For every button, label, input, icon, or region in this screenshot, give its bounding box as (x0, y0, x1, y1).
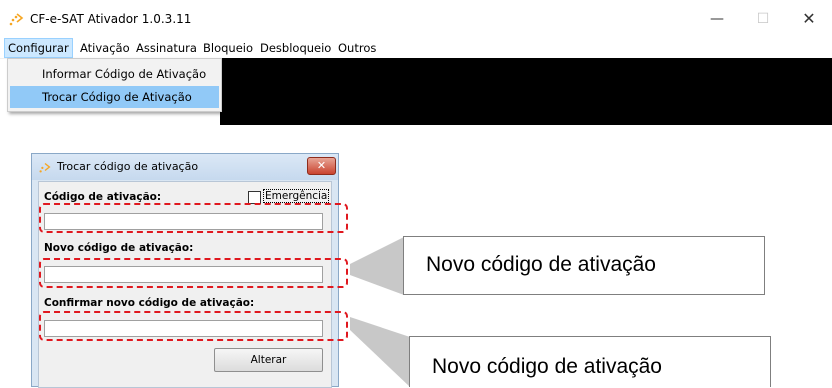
dialog-title: Trocar código de ativação (57, 160, 199, 173)
confirmar-codigo-label: Confirmar novo código de ativação: (44, 297, 255, 309)
callout-novo-codigo: Novo código de ativação (403, 236, 765, 295)
menu-assinatura[interactable]: Assinatura (133, 38, 200, 58)
menu-outros[interactable]: Outros (335, 38, 379, 58)
configurar-dropdown: Informar Código de Ativação Trocar Códig… (7, 58, 222, 112)
highlight-novo-field (39, 258, 348, 288)
codigo-ativacao-label: Código de ativação: (44, 191, 162, 203)
menu-ativacao[interactable]: Ativação (77, 38, 133, 58)
menu-configurar[interactable]: Configurar (4, 38, 73, 58)
callout-pointer-2 (350, 317, 410, 387)
highlight-confirmar-field (39, 311, 348, 341)
callout-pointer-1 (350, 237, 404, 295)
window-title: CF-e-SAT Ativador 1.0.3.11 (30, 12, 192, 26)
alterar-button[interactable]: Alterar (214, 348, 323, 372)
menu-item-informar-codigo[interactable]: Informar Código de Ativação (10, 63, 219, 85)
dialog-close-button[interactable]: ✕ (307, 157, 336, 175)
maximize-button[interactable]: ☐ (740, 6, 786, 32)
callout-text: Novo código de ativação (426, 253, 656, 276)
menu-desbloqueio[interactable]: Desbloqueio (257, 38, 334, 58)
menu-bloqueio[interactable]: Bloqueio (200, 38, 256, 58)
app-content-area (220, 58, 832, 125)
minimize-button[interactable]: — (694, 6, 740, 32)
callout-text: Novo código de ativação (432, 355, 662, 378)
menu-item-trocar-codigo[interactable]: Trocar Código de Ativação (10, 86, 219, 108)
app-icon (39, 162, 51, 173)
dialog-title-bar: Trocar código de ativação ✕ (32, 154, 338, 180)
close-button[interactable]: ✕ (786, 6, 832, 32)
app-icon (9, 13, 24, 26)
novo-codigo-label: Novo código de ativação: (44, 242, 194, 254)
highlight-codigo-field (39, 203, 348, 233)
callout-confirmar-codigo: Novo código de ativação (409, 336, 771, 387)
menu-bar: Configurar Ativação Assinatura Bloqueio … (0, 38, 832, 59)
emergencia-label[interactable]: Emergência (263, 189, 330, 203)
title-bar: CF-e-SAT Ativador 1.0.3.11 — ☐ ✕ (0, 0, 832, 38)
